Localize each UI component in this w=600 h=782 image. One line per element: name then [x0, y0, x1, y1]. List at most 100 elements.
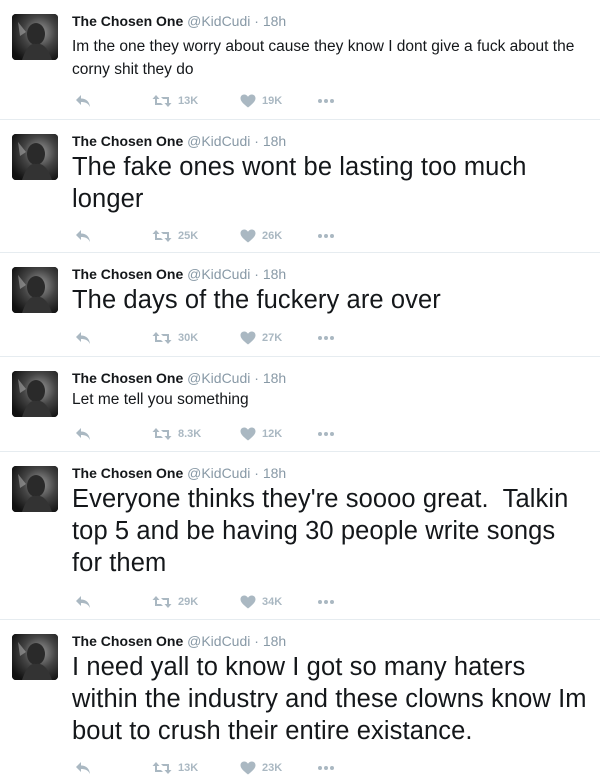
reply-button[interactable]: [75, 328, 91, 348]
author-name[interactable]: The Chosen One: [72, 465, 183, 481]
reply-button[interactable]: [75, 91, 91, 111]
timestamp[interactable]: 18h: [263, 633, 286, 649]
avatar[interactable]: [12, 466, 58, 512]
like-count: 27K: [262, 332, 283, 344]
more-dots-icon: [317, 431, 335, 437]
avatar[interactable]: [12, 634, 58, 680]
separator: ·: [254, 266, 259, 282]
author-handle[interactable]: @KidCudi: [187, 633, 250, 649]
tweet-actions: 13K 23K: [72, 758, 372, 778]
more-button[interactable]: [317, 226, 335, 246]
author-name[interactable]: The Chosen One: [72, 13, 183, 29]
retweet-button[interactable]: 13K: [152, 91, 198, 111]
reply-button[interactable]: [75, 226, 91, 246]
heart-icon: [240, 229, 256, 243]
more-dots-icon: [317, 335, 335, 341]
like-count: 19K: [262, 95, 283, 107]
retweet-icon: [152, 229, 172, 243]
author-handle[interactable]: @KidCudi: [187, 133, 250, 149]
avatar[interactable]: [12, 14, 58, 60]
tweet[interactable]: The Chosen One @KidCudi · 18h I need yal…: [0, 620, 600, 782]
retweet-count: 25K: [178, 230, 199, 242]
avatar[interactable]: [12, 267, 58, 313]
retweet-icon: [152, 595, 172, 609]
retweet-count: 13K: [178, 762, 199, 774]
more-button[interactable]: [317, 424, 335, 444]
avatar[interactable]: [12, 371, 58, 417]
retweet-button[interactable]: 29K: [152, 592, 198, 612]
tweet[interactable]: The Chosen One @KidCudi · 18h Let me tel…: [0, 357, 600, 452]
separator: ·: [254, 370, 259, 386]
like-button[interactable]: 26K: [240, 226, 282, 246]
reply-button[interactable]: [75, 592, 91, 612]
tweet-actions: 13K 19K: [72, 91, 372, 111]
author-name[interactable]: The Chosen One: [72, 633, 183, 649]
separator: ·: [254, 13, 259, 29]
tweet-text: Let me tell you something: [72, 391, 249, 408]
retweet-count: 29K: [178, 596, 199, 608]
like-count: 34K: [262, 596, 283, 608]
more-button[interactable]: [317, 592, 335, 612]
retweet-button[interactable]: 25K: [152, 226, 198, 246]
heart-icon: [240, 94, 256, 108]
author-handle[interactable]: @KidCudi: [187, 465, 250, 481]
reply-arrow-icon: [75, 761, 91, 775]
author-name[interactable]: The Chosen One: [72, 370, 183, 386]
timestamp[interactable]: 18h: [263, 13, 286, 29]
retweet-icon: [152, 331, 172, 345]
author-name[interactable]: The Chosen One: [72, 133, 183, 149]
tweet-actions: 8.3K 12K: [72, 424, 372, 444]
like-button[interactable]: 12K: [240, 424, 282, 444]
reply-button[interactable]: [75, 424, 91, 444]
separator: ·: [254, 133, 259, 149]
like-button[interactable]: 23K: [240, 758, 282, 778]
tweet-text: Everyone thinks they're soooo great. Tal…: [72, 485, 576, 577]
tweet-header: The Chosen One @KidCudi · 18h: [72, 265, 286, 283]
heart-icon: [240, 761, 256, 775]
retweet-count: 30K: [178, 332, 199, 344]
more-button[interactable]: [317, 328, 335, 348]
tweet[interactable]: The Chosen One @KidCudi · 18h Everyone t…: [0, 452, 600, 620]
tweet-header: The Chosen One @KidCudi · 18h: [72, 369, 286, 387]
reply-button[interactable]: [75, 758, 91, 778]
retweet-count: 13K: [178, 95, 199, 107]
retweet-count: 8.3K: [178, 428, 202, 440]
more-dots-icon: [317, 233, 335, 239]
timestamp[interactable]: 18h: [263, 266, 286, 282]
tweet[interactable]: The Chosen One @KidCudi · 18h Im the one…: [0, 0, 600, 120]
reply-arrow-icon: [75, 331, 91, 345]
timestamp[interactable]: 18h: [263, 465, 286, 481]
timestamp[interactable]: 18h: [263, 370, 286, 386]
author-handle[interactable]: @KidCudi: [187, 13, 250, 29]
more-dots-icon: [317, 765, 335, 771]
author-name[interactable]: The Chosen One: [72, 266, 183, 282]
like-count: 26K: [262, 230, 283, 242]
avatar[interactable]: [12, 134, 58, 180]
like-button[interactable]: 34K: [240, 592, 282, 612]
tweet-text: The days of the fuckery are over: [72, 286, 441, 314]
more-button[interactable]: [317, 91, 335, 111]
more-button[interactable]: [317, 758, 335, 778]
retweet-button[interactable]: 30K: [152, 328, 198, 348]
like-button[interactable]: 27K: [240, 328, 282, 348]
tweet-actions: 25K 26K: [72, 226, 372, 246]
retweet-icon: [152, 94, 172, 108]
more-dots-icon: [317, 599, 335, 605]
timestamp[interactable]: 18h: [263, 133, 286, 149]
retweet-button[interactable]: 8.3K: [152, 424, 201, 444]
author-handle[interactable]: @KidCudi: [187, 266, 250, 282]
more-dots-icon: [317, 98, 335, 104]
tweet[interactable]: The Chosen One @KidCudi · 18h The days o…: [0, 253, 600, 357]
author-handle[interactable]: @KidCudi: [187, 370, 250, 386]
tweet-actions: 29K 34K: [72, 592, 372, 612]
tweet[interactable]: The Chosen One @KidCudi · 18h The fake o…: [0, 120, 600, 253]
like-button[interactable]: 19K: [240, 91, 282, 111]
heart-icon: [240, 595, 256, 609]
reply-arrow-icon: [75, 229, 91, 243]
tweet-header: The Chosen One @KidCudi · 18h: [72, 12, 286, 30]
tweet-text: I need yall to know I got so many haters…: [72, 653, 587, 745]
reply-arrow-icon: [75, 94, 91, 108]
retweet-button[interactable]: 13K: [152, 758, 198, 778]
tweet-text: Im the one they worry about cause they k…: [72, 38, 575, 78]
tweet-header: The Chosen One @KidCudi · 18h: [72, 632, 286, 650]
